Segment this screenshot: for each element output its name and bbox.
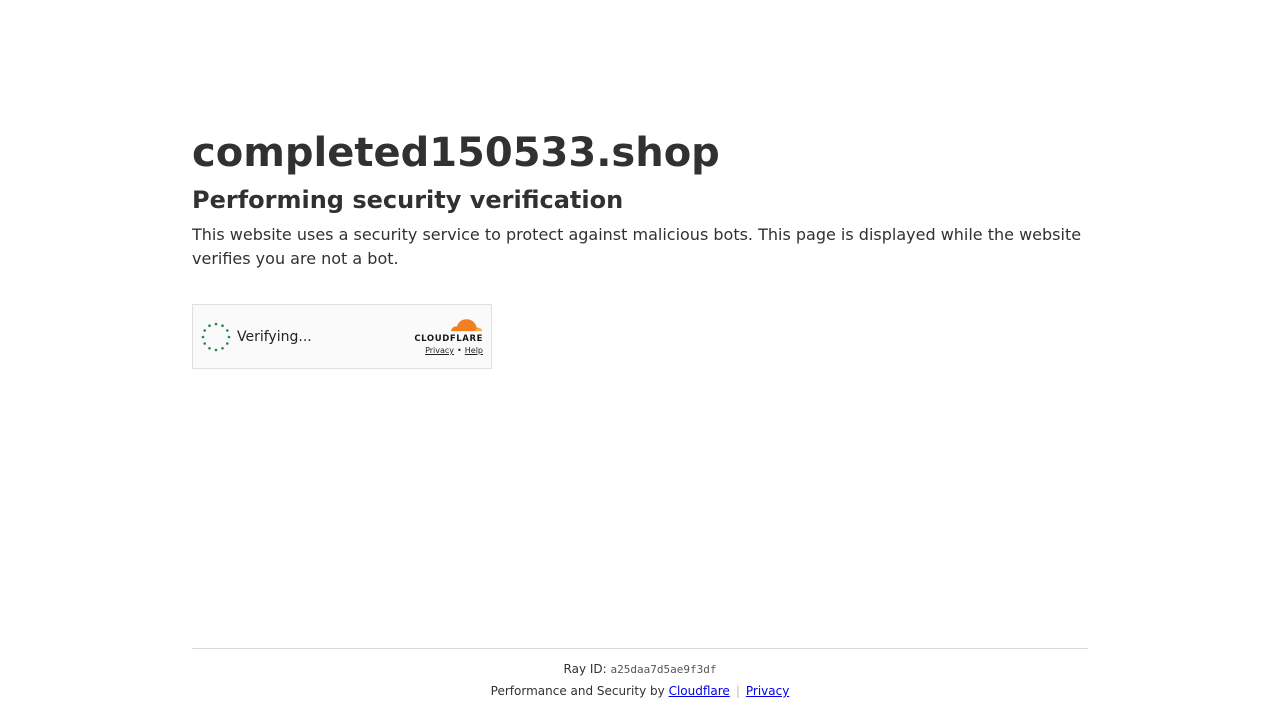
widget-links: Privacy • Help	[425, 345, 483, 356]
cloudflare-link[interactable]: Cloudflare	[669, 684, 730, 698]
ray-id-line: Ray ID: a25daa7d5ae9f3df	[192, 660, 1088, 679]
widget-privacy-link[interactable]: Privacy	[425, 346, 454, 355]
cloudflare-cloud-icon	[450, 319, 483, 333]
footer-separator: |	[735, 684, 740, 698]
cloudflare-logo: CLOUDFLARE	[407, 317, 483, 344]
widget-help-link[interactable]: Help	[465, 346, 483, 355]
footer-divider	[192, 648, 1088, 649]
performance-text: Performance and Security by	[490, 684, 665, 698]
ray-id-value: a25daa7d5ae9f3df	[610, 663, 717, 676]
cloudflare-wordmark: CLOUDFLARE	[414, 334, 483, 344]
page-description: This website uses a security service to …	[192, 225, 1082, 268]
site-domain-title: completed150533.shop	[192, 130, 720, 176]
widget-link-separator: •	[457, 346, 462, 355]
footer: Ray ID: a25daa7d5ae9f3df Performance and…	[192, 660, 1088, 700]
verification-widget[interactable]: Verifying... CLOUDFLARE Privacy • Help	[192, 304, 492, 369]
page-heading: Performing security verification	[192, 186, 624, 214]
performance-line: Performance and Security by Cloudflare | P…	[192, 682, 1088, 700]
loading-spinner-icon	[201, 322, 231, 352]
ray-id-label: Ray ID:	[563, 662, 607, 676]
footer-privacy-link[interactable]: Privacy	[746, 684, 789, 698]
verifying-status: Verifying...	[237, 329, 312, 345]
